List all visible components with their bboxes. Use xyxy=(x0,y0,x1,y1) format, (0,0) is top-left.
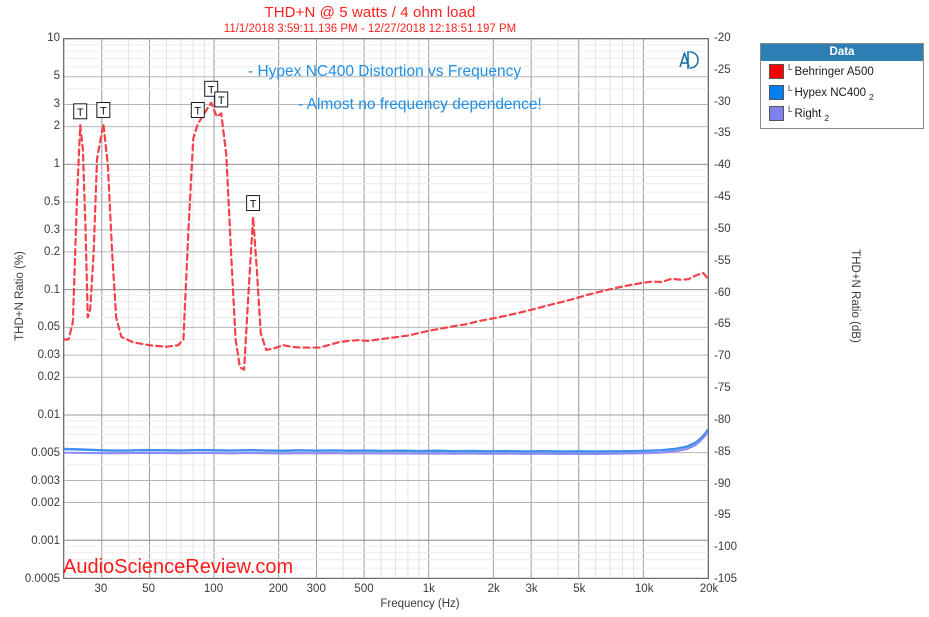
watermark-text: AudioScienceReview.com xyxy=(63,556,294,578)
y-tick-right: -35 xyxy=(714,127,731,140)
data-marker: T xyxy=(246,195,261,212)
y-tick-right: -90 xyxy=(714,477,731,490)
y-axis-title-right: THD+N Ratio (dB) xyxy=(849,249,861,343)
y-tick-right: -25 xyxy=(714,63,731,76)
x-tick: 300 xyxy=(306,583,326,595)
legend-item-index: 2 xyxy=(824,113,830,123)
y-tick-right: -100 xyxy=(714,541,738,554)
y-tick-left: 0.002 xyxy=(31,497,60,510)
legend-color-swatch xyxy=(769,106,784,121)
y-tick-right: -60 xyxy=(714,286,731,299)
y-tick-left: 2 xyxy=(53,119,60,132)
plot-area: TTTTTT xyxy=(63,38,709,579)
legend-channel-marker: L xyxy=(788,105,793,114)
chart-subtitle-timestamp: 11/1/2018 3:59:11.136 PM - 12/27/2018 12… xyxy=(223,23,517,35)
legend-item-label: Hypex NC400 xyxy=(794,86,867,99)
y-tick-left: 0.0005 xyxy=(24,573,60,585)
y-tick-left: 0.005 xyxy=(31,447,60,460)
series-1 xyxy=(64,428,708,453)
x-tick: 3k xyxy=(525,583,538,595)
svg-text:T: T xyxy=(100,105,107,117)
y-tick-left: 0.3 xyxy=(44,223,60,236)
y-tick-left: 0.5 xyxy=(44,195,60,208)
y-tick-right: -20 xyxy=(714,32,731,44)
legend-color-swatch xyxy=(769,64,784,79)
chart-annotation: - Almost no frequency dependence! xyxy=(298,96,542,113)
y-tick-right: -30 xyxy=(714,95,731,108)
page-title: THD+N @ 5 watts / 4 ohm load xyxy=(264,4,476,21)
legend-items: L Behringer A500 L Hypex NC400 2 L Right 2 xyxy=(761,61,923,124)
x-tick: 50 xyxy=(142,583,156,595)
y-tick-right: -45 xyxy=(714,191,731,204)
legend-item-label: Behringer A500 xyxy=(794,65,874,78)
legend-item-label: Right xyxy=(794,107,822,120)
chart-screenshot: THD+N @ 5 watts / 4 ohm load 11/1/2018 3… xyxy=(0,0,929,617)
x-tick: 100 xyxy=(203,583,224,595)
x-tick: 20k xyxy=(699,583,719,595)
legend-box: Data L Behringer A500 L Hypex NC400 2 L Right 2 xyxy=(760,43,924,129)
svg-text:T: T xyxy=(218,95,225,107)
y-tick-left: 3 xyxy=(53,97,60,110)
data-marker: T xyxy=(96,102,111,118)
y-tick-right: -85 xyxy=(714,445,731,458)
legend-item[interactable]: L Behringer A500 xyxy=(761,61,923,82)
x-tick: 2k xyxy=(487,583,500,595)
svg-text:T: T xyxy=(208,84,215,96)
y-tick-left: 10 xyxy=(47,32,60,44)
y-tick-right: -70 xyxy=(714,350,731,363)
y-tick-left: 0.001 xyxy=(31,535,60,548)
y-tick-left: 5 xyxy=(53,69,60,82)
x-tick: 30 xyxy=(94,583,108,595)
data-marker: T xyxy=(73,103,88,120)
y-tick-right: -105 xyxy=(714,573,738,585)
x-tick: 10k xyxy=(634,583,654,595)
data-marker: T xyxy=(214,91,229,108)
y-tick-right: -55 xyxy=(714,254,731,267)
x-tick: 500 xyxy=(354,583,374,595)
legend-channel-marker: L xyxy=(788,63,793,72)
y-tick-right: -50 xyxy=(714,222,731,235)
y-tick-left: 0.02 xyxy=(37,371,60,384)
y-tick-left: 0.01 xyxy=(37,409,60,422)
x-tick: 200 xyxy=(268,583,288,595)
y-tick-right: -40 xyxy=(714,159,731,172)
y-axis-title-left: THD+N Ratio (%) xyxy=(14,251,26,341)
x-tick: 5k xyxy=(573,583,586,595)
y-tick-right: -95 xyxy=(714,509,731,522)
y-tick-left: 0.003 xyxy=(31,475,60,488)
y-tick-left: 1 xyxy=(53,157,60,170)
legend-item[interactable]: L Right 2 xyxy=(761,103,923,124)
x-axis-title: Frequency (Hz) xyxy=(380,598,460,610)
ap-logo-icon xyxy=(679,51,699,69)
series-0 xyxy=(64,101,708,371)
y-tick-right: -80 xyxy=(714,413,731,426)
chart-annotation: - Hypex NC400 Distortion vs Frequency xyxy=(248,63,522,80)
y-tick-right: -75 xyxy=(714,382,731,395)
x-tick: 1k xyxy=(422,583,435,595)
legend-header: Data xyxy=(761,44,923,61)
legend-item[interactable]: L Hypex NC400 2 xyxy=(761,82,923,103)
svg-text:T: T xyxy=(250,199,257,211)
svg-text:T: T xyxy=(77,107,84,119)
y-tick-right: -65 xyxy=(714,318,731,331)
plot-canvas: T T TTTT xyxy=(64,39,708,578)
svg-text:T: T xyxy=(194,105,201,117)
legend-color-swatch xyxy=(769,85,784,100)
data-marker: T xyxy=(190,102,205,118)
legend-item-index: 2 xyxy=(869,92,874,102)
legend-channel-marker: L xyxy=(788,84,793,93)
